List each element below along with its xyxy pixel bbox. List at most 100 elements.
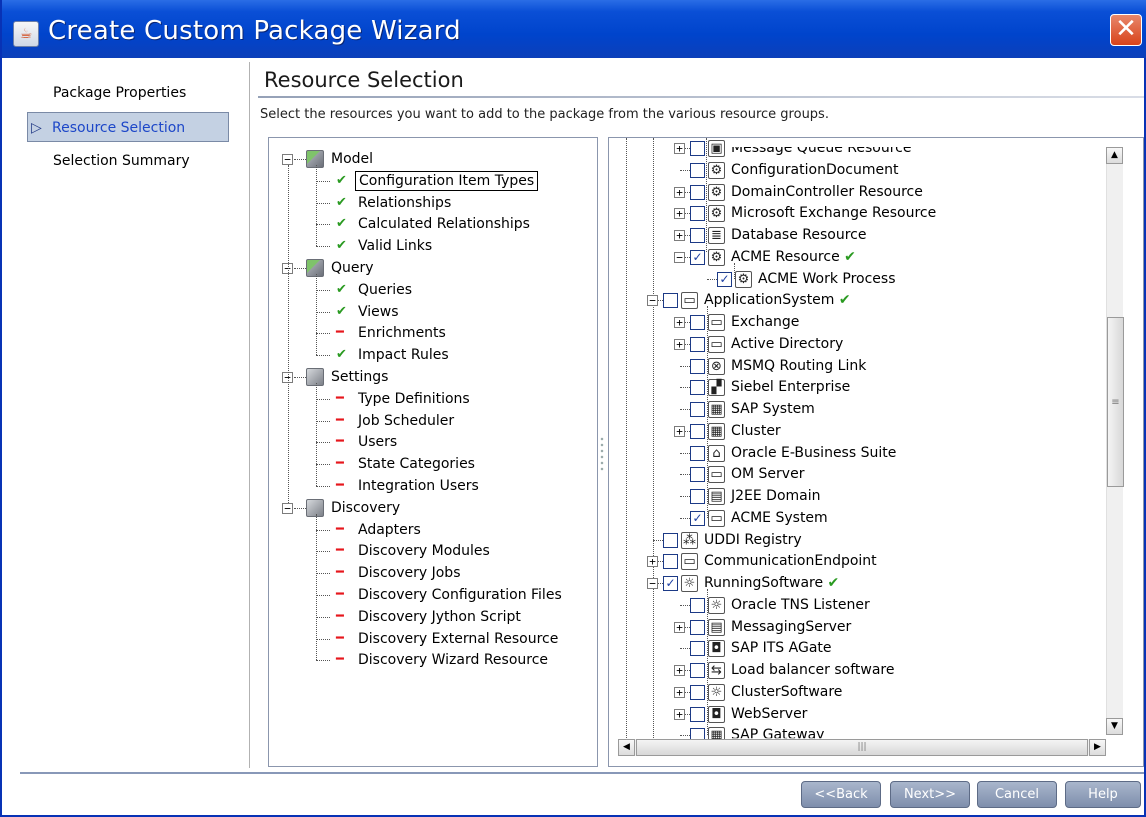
tree-item[interactable]: Enrichments: [358, 322, 446, 344]
tree-item[interactable]: MSMQ Routing Link: [731, 355, 866, 377]
checkbox-unchecked[interactable]: [690, 162, 705, 178]
checkbox-unchecked[interactable]: [690, 619, 705, 635]
scroll-up-button[interactable]: ▲: [1106, 147, 1123, 164]
checkbox-unchecked[interactable]: [690, 336, 705, 352]
checkbox-unchecked[interactable]: [690, 206, 705, 222]
checkbox-unchecked[interactable]: [663, 532, 678, 548]
tree-item[interactable]: Discovery Configuration Files: [358, 584, 562, 606]
tree-collapse-toggle[interactable]: −: [647, 295, 658, 307]
checkbox-unchecked[interactable]: [690, 597, 705, 613]
tree-item[interactable]: Type Definitions: [358, 388, 470, 410]
help-button[interactable]: Help: [1065, 781, 1141, 808]
tree-group-model[interactable]: Model: [331, 148, 373, 170]
tree-group-discovery[interactable]: Discovery: [331, 497, 400, 519]
title-bar[interactable]: ☕ Create Custom Package Wizard ✕: [2, 0, 1146, 58]
checkbox-unchecked[interactable]: [690, 402, 705, 417]
tree-expand-toggle[interactable]: +: [674, 665, 685, 676]
checkbox-checked[interactable]: ✓: [717, 271, 732, 287]
tree-item[interactable]: SAP ITS AGate: [731, 637, 832, 659]
tree-item[interactable]: Discovery External Resource: [358, 628, 558, 650]
checkbox-unchecked[interactable]: [690, 467, 705, 483]
checkbox-unchecked[interactable]: [690, 663, 705, 678]
checkbox-unchecked[interactable]: [690, 358, 705, 374]
tree-item[interactable]: Load balancer software: [731, 659, 894, 681]
tree-item[interactable]: Impact Rules: [358, 344, 449, 366]
checkbox-unchecked[interactable]: [690, 380, 705, 396]
tree-item[interactable]: UDDI Registry: [704, 529, 802, 551]
tree-item[interactable]: Valid Links: [358, 235, 432, 257]
checkbox-unchecked[interactable]: [690, 141, 705, 156]
tree-item[interactable]: Microsoft Exchange Resource: [731, 202, 936, 224]
checkbox-unchecked[interactable]: [690, 706, 705, 722]
resource-type-tree[interactable]: + ▣ Message Queue Resource ⚙ ConfigurationDo…: [608, 137, 1144, 767]
tree-expand-toggle[interactable]: +: [647, 556, 658, 568]
tree-item[interactable]: Database Resource: [731, 224, 866, 246]
tree-collapse-toggle[interactable]: −: [647, 578, 658, 589]
tree-item[interactable]: RunningSoftware ✔: [704, 572, 839, 594]
tree-item[interactable]: J2EE Domain: [731, 485, 821, 507]
vertical-scroll-thumb[interactable]: ≡: [1107, 317, 1124, 487]
tree-expand-toggle[interactable]: +: [674, 143, 685, 154]
tree-collapse-toggle[interactable]: −: [282, 154, 293, 165]
checkbox-unchecked[interactable]: [690, 445, 705, 461]
tree-item[interactable]: WebServer: [731, 703, 807, 725]
tree-item[interactable]: Discovery Jython Script: [358, 606, 521, 628]
tree-item[interactable]: Active Directory: [731, 333, 843, 355]
tree-expand-toggle[interactable]: +: [674, 708, 685, 720]
scroll-right-button[interactable]: ▶: [1089, 739, 1106, 756]
horizontal-scrollbar[interactable]: ◀ ||| ▶: [618, 739, 1106, 756]
tree-item[interactable]: Configuration Item Types: [355, 170, 539, 191]
tree-expand-toggle[interactable]: +: [674, 186, 685, 198]
tree-item[interactable]: Integration Users: [358, 475, 479, 497]
checkbox-unchecked[interactable]: [690, 228, 705, 243]
cancel-button[interactable]: Cancel: [977, 781, 1057, 808]
nav-step-package-properties[interactable]: Package Properties: [27, 78, 229, 108]
tree-item[interactable]: ACME Resource ✔: [731, 246, 856, 268]
vertical-scrollbar[interactable]: ▲ ≡ ▼: [1106, 147, 1124, 735]
tree-item[interactable]: ACME System: [731, 507, 828, 529]
nav-step-selection-summary[interactable]: Selection Summary: [27, 146, 229, 176]
tree-item[interactable]: State Categories: [358, 453, 475, 475]
tree-item[interactable]: Oracle TNS Listener: [731, 594, 870, 616]
tree-item[interactable]: SAP System: [731, 398, 815, 420]
tree-item[interactable]: Views: [358, 301, 399, 323]
tree-item[interactable]: Discovery Jobs: [358, 562, 461, 584]
tree-expand-toggle[interactable]: +: [674, 338, 685, 350]
checkbox-checked[interactable]: ✓: [663, 576, 678, 591]
checkbox-unchecked[interactable]: [690, 641, 705, 657]
tree-item[interactable]: Cluster: [731, 420, 781, 442]
checkbox-unchecked[interactable]: [690, 684, 705, 700]
tree-item[interactable]: Job Scheduler: [358, 410, 454, 432]
tree-expand-toggle[interactable]: +: [674, 621, 685, 633]
checkbox-unchecked[interactable]: [663, 293, 678, 309]
tree-expand-toggle[interactable]: +: [674, 208, 685, 220]
tree-expand-toggle[interactable]: +: [674, 317, 685, 328]
tree-collapse-toggle[interactable]: −: [282, 502, 293, 514]
next-button[interactable]: Next>>: [890, 781, 970, 808]
resource-group-tree[interactable]: − Model ✔ Configuration Item Types ✔ Relation…: [268, 137, 598, 767]
tree-item[interactable]: MessagingServer: [731, 616, 851, 638]
tree-item[interactable]: ACME Work Process: [758, 268, 896, 290]
checkbox-unchecked[interactable]: [690, 184, 705, 200]
checkbox-unchecked[interactable]: [690, 423, 705, 439]
tree-item[interactable]: CommunicationEndpoint: [704, 550, 877, 572]
tree-item[interactable]: Users: [358, 431, 397, 453]
tree-item[interactable]: OM Server: [731, 463, 804, 485]
tree-item[interactable]: Adapters: [358, 519, 421, 541]
tree-item[interactable]: Exchange: [731, 311, 799, 333]
tree-group-settings[interactable]: Settings: [331, 366, 388, 388]
tree-item[interactable]: Oracle E-Business Suite: [731, 442, 896, 464]
tree-item[interactable]: ClusterSoftware: [731, 681, 842, 703]
tree-item[interactable]: Siebel Enterprise: [731, 376, 850, 398]
tree-item[interactable]: DomainController Resource: [731, 181, 923, 203]
tree-item[interactable]: Discovery Modules: [358, 540, 490, 562]
tree-expand-toggle[interactable]: +: [674, 230, 685, 241]
scroll-left-button[interactable]: ◀: [618, 739, 635, 756]
tree-item[interactable]: Discovery Wizard Resource: [358, 649, 548, 671]
scroll-down-button[interactable]: ▼: [1106, 718, 1123, 735]
close-button[interactable]: ✕: [1110, 14, 1142, 46]
back-button[interactable]: <<Back: [801, 781, 881, 808]
tree-item[interactable]: ApplicationSystem ✔: [704, 289, 851, 311]
checkbox-unchecked[interactable]: [663, 554, 678, 570]
tree-collapse-toggle[interactable]: −: [674, 251, 685, 263]
